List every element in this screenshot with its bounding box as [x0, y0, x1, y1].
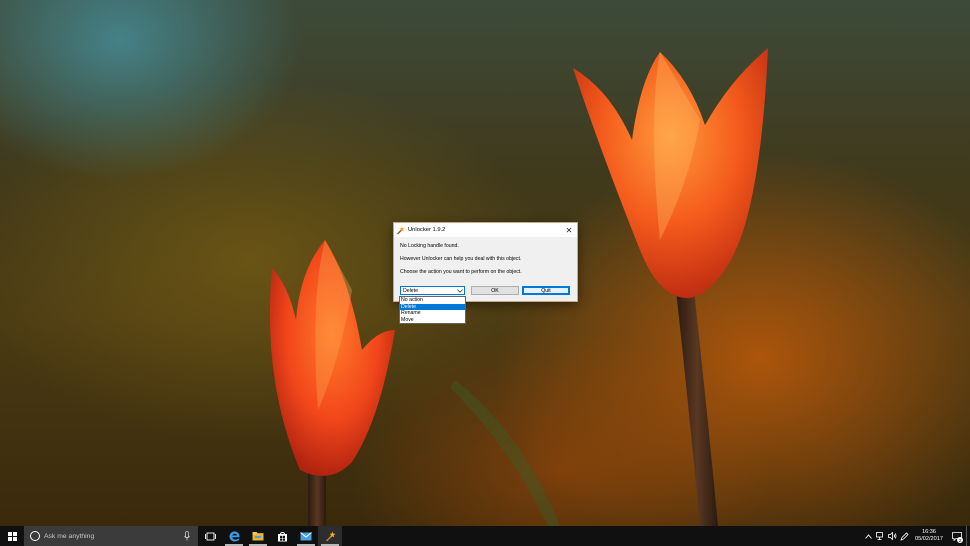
- action-select[interactable]: Delete: [400, 286, 465, 295]
- cortana-icon: [30, 531, 40, 541]
- ok-button[interactable]: OK: [471, 286, 519, 295]
- edge-taskbar-button[interactable]: [222, 526, 246, 546]
- network-icon: [875, 532, 883, 540]
- taskbar: Ask me anything 16:36 05/02/2017 2: [0, 526, 970, 546]
- start-button[interactable]: [0, 526, 24, 546]
- no-locking-handle-message: No Locking handle found.: [400, 243, 459, 249]
- quit-button[interactable]: Quit: [522, 286, 570, 295]
- notification-count-badge: 2: [957, 537, 963, 543]
- file-explorer-taskbar-button[interactable]: [246, 526, 270, 546]
- task-view-button[interactable]: [198, 526, 222, 546]
- unlocker-wand-icon: [396, 226, 405, 235]
- show-hidden-icons-button[interactable]: [862, 526, 874, 546]
- choose-action-message: Choose the action you want to perform on…: [400, 269, 522, 275]
- system-tray: 16:36 05/02/2017 2: [862, 526, 970, 546]
- unlocker-icon: [325, 531, 335, 542]
- clock-date: 05/02/2017: [915, 536, 943, 542]
- microphone-icon[interactable]: [184, 531, 190, 541]
- show-desktop-button[interactable]: [966, 526, 970, 546]
- store-icon: [277, 531, 287, 541]
- edge-icon: [229, 531, 240, 541]
- search-placeholder: Ask me anything: [44, 532, 95, 540]
- unlocker-taskbar-button[interactable]: [318, 526, 342, 546]
- pen-tray-button[interactable]: [898, 526, 910, 546]
- action-center-button[interactable]: 2: [948, 526, 966, 546]
- store-taskbar-button[interactable]: [270, 526, 294, 546]
- volume-tray-button[interactable]: [886, 526, 898, 546]
- chevron-up-icon: [864, 533, 872, 539]
- network-tray-button[interactable]: [874, 526, 886, 546]
- pen-ink-icon: [899, 531, 909, 541]
- dialog-titlebar[interactable]: Unlocker 1.9.2 ✕: [394, 223, 577, 237]
- windows-logo-icon: [7, 531, 17, 541]
- speaker-icon: [887, 532, 896, 540]
- clock-time: 16:36: [922, 529, 936, 535]
- option-move[interactable]: Move: [400, 317, 465, 324]
- file-explorer-icon: [252, 532, 264, 541]
- action-select-value: Delete: [403, 287, 418, 294]
- task-view-icon: [204, 532, 216, 540]
- clock[interactable]: 16:36 05/02/2017: [914, 529, 944, 543]
- close-icon: ✕: [565, 225, 573, 235]
- dialog-title: Unlocker 1.9.2: [408, 227, 446, 233]
- close-button[interactable]: ✕: [561, 223, 577, 237]
- mail-taskbar-button[interactable]: [294, 526, 318, 546]
- mail-icon: [300, 531, 312, 540]
- unlocker-dialog: Unlocker 1.9.2 ✕ No Locking handle found…: [393, 222, 578, 302]
- help-message: However Unlocker can help you deal with …: [400, 256, 522, 262]
- chevron-down-icon[interactable]: [456, 287, 463, 294]
- cortana-search-box[interactable]: Ask me anything: [24, 526, 198, 546]
- action-select-dropdown: No action Delete Rename Move: [399, 296, 466, 324]
